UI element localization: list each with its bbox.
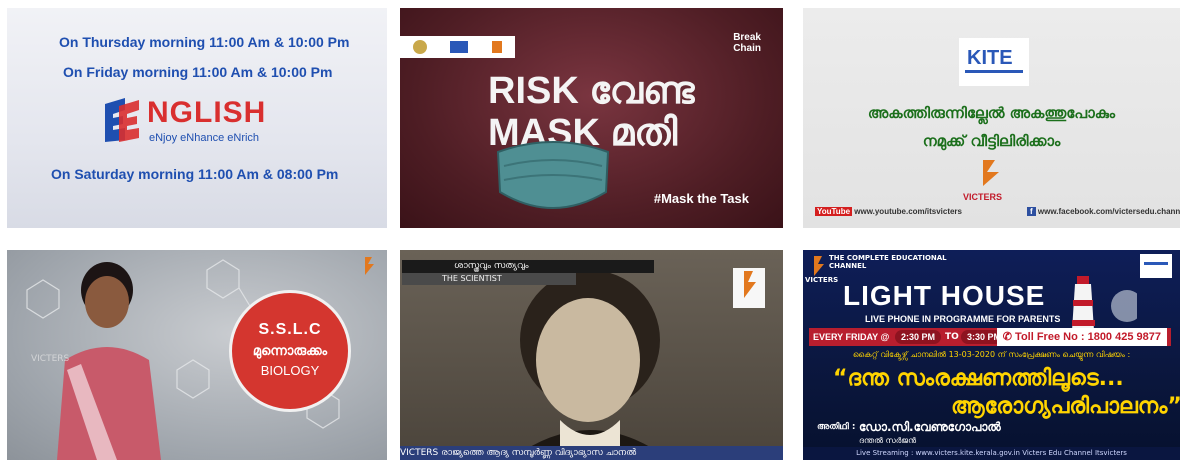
victers-logo-icon: [983, 160, 999, 186]
kite-logo-icon: [1140, 254, 1172, 278]
guest-label: അതിഥി :: [817, 422, 856, 432]
victers-logo-icon: [814, 256, 824, 276]
guest-role: ദന്തൽ സർജൻ: [859, 436, 917, 445]
program-title: LIGHT HOUSE: [843, 280, 1046, 311]
english-cube-icon: [105, 98, 139, 142]
thumbnail-sslc-biology[interactable]: S.S.L.C മുന്നൊരുക്കം BIOLOGY VICTERS: [7, 250, 387, 460]
victers-watermark: VICTERS: [31, 354, 70, 364]
break-the-chain-logo: Break Chain: [733, 32, 761, 54]
facebook-link[interactable]: f www.facebook.com/victersedu.channel/: [1027, 207, 1180, 216]
schedule-saturday: On Saturday morning 11:00 Am & 08:00 Pm: [51, 166, 339, 182]
bottom-ticker: VICTERS രാജ്യത്തെ ആദ്യ സമ്പൂർണ്ണ വിദ്യാഭ…: [400, 446, 783, 460]
stay-home-line-2: നമുക്ക് വീട്ടിലിരിക്കാം: [922, 132, 1061, 150]
partner-logos-strip: [400, 36, 515, 58]
toll-free-number[interactable]: ✆ Toll Free No : 1800 425 9877: [996, 328, 1167, 346]
topic-line-2: ആരോഗ്യപരിപാലനം”: [951, 394, 1180, 419]
phone-icon: ✆: [1002, 331, 1012, 343]
youtube-link[interactable]: YouTube www.youtube.com/itsvicters: [815, 207, 962, 216]
thumbnail-stay-home[interactable]: KITE അകത്തിരുന്നില്ലേൽ അകത്തുപോകും നമുക്…: [803, 8, 1180, 228]
schedule-bar: EVERY FRIDAY @ 2:30 PM TO 3:30 PM ✆ Toll…: [809, 328, 1171, 346]
streaming-footer: Live Streaming : www.victers.kite.kerala…: [803, 447, 1180, 460]
headline-risk: RISK വേണ്ട: [488, 70, 695, 112]
youtube-icon: YouTube: [815, 207, 853, 216]
stay-home-line-1: അകത്തിരുന്നില്ലേൽ അകത്തുപോകും: [867, 104, 1116, 122]
schedule-thursday: On Thursday morning 11:00 Am & 10:00 Pm: [59, 34, 350, 50]
victers-brand-text: VICTERS: [805, 276, 839, 284]
victers-logo-icon: [365, 257, 374, 275]
face-mask-icon: [496, 141, 610, 209]
broadcast-intro: കൈറ്റ് വിക്ടേഴ്സ് ചാനലിൽ 13-03-2020 ന് സ…: [852, 350, 1131, 359]
topic-line-1: “ദന്ത സംരക്ഷണത്തിലൂടെ...: [833, 366, 1124, 391]
thumbnail-mask-campaign[interactable]: Break Chain RISK വേണ്ട MASK മതി #Mask th…: [400, 8, 783, 228]
thumbnail-english-schedule[interactable]: On Thursday morning 11:00 Am & 10:00 Pm …: [7, 8, 387, 228]
svg-text:KITE: KITE: [967, 47, 1013, 69]
thumbnail-the-scientist[interactable]: ശാസ്ത്രവും സത്യവും THE SCIENTIST VICTERS…: [400, 250, 783, 460]
program-banner: ശാസ്ത്രവും സത്യവും THE SCIENTIST: [400, 260, 654, 286]
channel-tagline: THE COMPLETE EDUCATIONAL CHANNEL: [829, 254, 947, 270]
english-logo-word: NGLISH: [147, 96, 267, 129]
time-start: 2:30 PM: [895, 330, 942, 344]
kerala-emblem-icon: [413, 40, 502, 54]
kite-logo-icon: KITE: [959, 38, 1029, 86]
victers-brand-text: VICTERS: [963, 192, 1003, 202]
english-logo-tagline: eNjoy eNhance eNrich: [149, 132, 260, 144]
victers-logo-icon: [733, 268, 765, 308]
sslc-biology-badge: S.S.L.C മുന്നൊരുക്കം BIOLOGY: [229, 290, 351, 412]
program-subtitle: LIVE PHONE IN PROGRAMME FOR PARENTS: [865, 314, 1061, 324]
english-logo: NGLISH eNjoy eNhance eNrich: [99, 96, 299, 152]
facebook-icon: f: [1027, 207, 1036, 216]
thumbnail-light-house[interactable]: THE COMPLETE EDUCATIONAL CHANNEL VICTERS…: [803, 250, 1180, 460]
mask-the-task-hashtag: #Mask the Task: [653, 191, 749, 206]
guest-name: ഡോ.സി.വേണുഗോപാൽ: [859, 420, 1001, 434]
schedule-friday: On Friday morning 11:00 Am & 10:00 Pm: [63, 64, 333, 80]
